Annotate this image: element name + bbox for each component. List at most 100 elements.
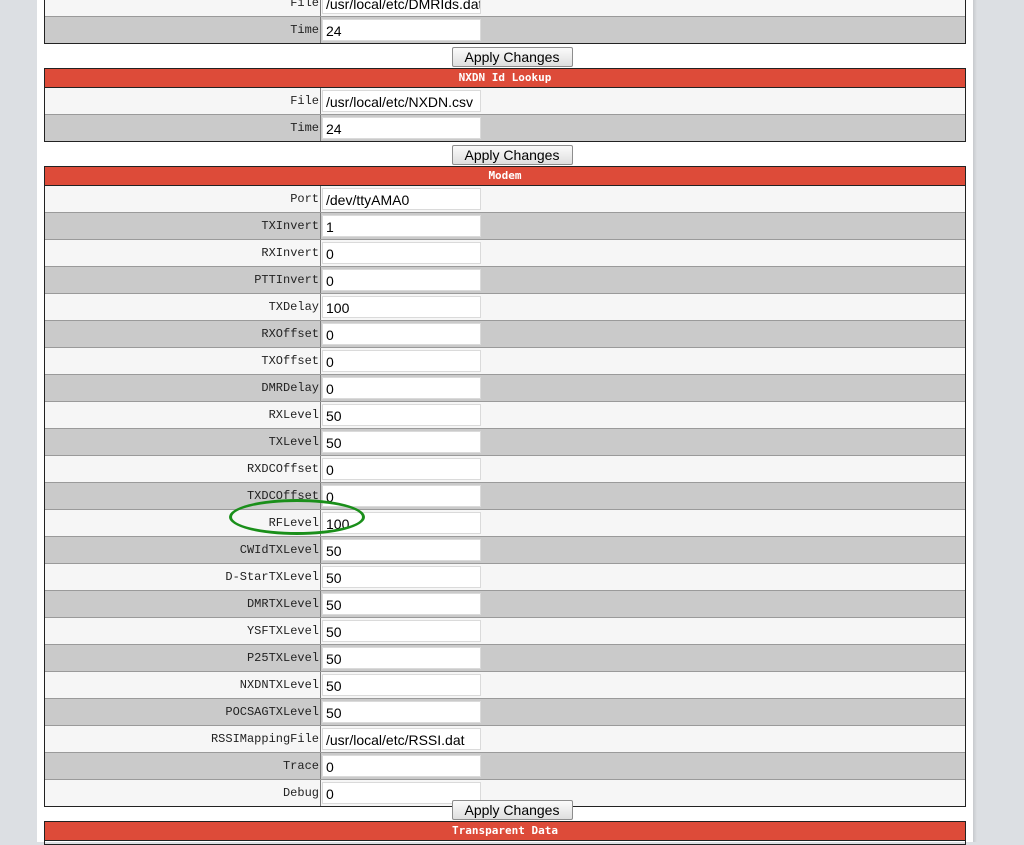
row-label: PTTInvert (254, 273, 319, 287)
row-label: TXInvert (261, 219, 319, 233)
config-row: Time 24 (45, 114, 965, 141)
row-label: File (290, 0, 319, 10)
row-label: CWIdTXLevel (239, 543, 319, 557)
config-row: Trace 0 (45, 752, 965, 779)
config-row: RSSIMappingFile/usr/local/etc/RSSI.dat (45, 725, 965, 752)
config-row: D-StarTXLevel 50 (45, 563, 965, 590)
divider (320, 618, 321, 644)
rxoffset-input[interactable]: 0 (322, 323, 481, 345)
dmr-id-lookup-table: File /usr/local/etc/DMRIds.dat Time 24 (44, 0, 966, 44)
divider (320, 17, 321, 43)
txinvert-input[interactable]: 1 (322, 215, 481, 237)
nxdntxlevel-input[interactable]: 50 (322, 674, 481, 696)
rssimappingfile-input[interactable]: /usr/local/etc/RSSI.dat (322, 728, 481, 750)
config-row: Port/dev/ttyAMA0 (45, 186, 965, 212)
section-header: Modem (45, 167, 965, 186)
config-row: File /usr/local/etc/DMRIds.dat (45, 0, 965, 16)
nxdn-time-input[interactable]: 24 (322, 117, 481, 139)
transparent-data-table: Transparent Data (44, 821, 966, 845)
row-label: Trace (282, 759, 319, 773)
cwidtxlevel-input[interactable]: 50 (322, 539, 481, 561)
row-label: POCSAGTXLevel (225, 705, 319, 719)
row-label: File (290, 94, 319, 108)
row-label: TXDelay (268, 300, 319, 314)
config-row: PTTInvert 0 (45, 266, 965, 293)
row-label: Time (290, 23, 319, 37)
divider (320, 321, 321, 347)
row-label: RXDCOffset (246, 462, 319, 476)
rflevel-input[interactable]: 100 (322, 512, 481, 534)
apply-wrap: Apply Changes (0, 800, 1024, 820)
divider (320, 88, 321, 114)
divider (320, 348, 321, 374)
config-row: RFLevel 100 (45, 509, 965, 536)
config-row: NXDNTXLevel 50 (45, 671, 965, 698)
config-row: Time 24 (45, 16, 965, 43)
pttinvert-input[interactable]: 0 (322, 269, 481, 291)
rxlevel-input[interactable]: 50 (322, 404, 481, 426)
divider (320, 213, 321, 239)
row-label: NXDNTXLevel (239, 678, 319, 692)
apply-changes-button[interactable]: Apply Changes (451, 800, 573, 820)
row-label: TXLevel (268, 435, 319, 449)
row-label: Time (290, 121, 319, 135)
pocsagtxlevel-input[interactable]: 50 (322, 701, 481, 723)
p25txlevel-input[interactable]: 50 (322, 647, 481, 669)
divider (320, 375, 321, 401)
config-row: YSFTXLevel 50 (45, 617, 965, 644)
txlevel-input[interactable]: 50 (322, 431, 481, 453)
row-label: TXOffset (261, 354, 319, 368)
row-label: P25TXLevel (246, 651, 319, 665)
divider (320, 0, 321, 16)
txdelay-input[interactable]: 100 (322, 296, 481, 318)
divider (320, 240, 321, 266)
divider (320, 429, 321, 455)
dmrdelay-input[interactable]: 0 (322, 377, 481, 399)
rxinvert-input[interactable]: 0 (322, 242, 481, 264)
divider (320, 753, 321, 779)
row-label: Debug (282, 786, 319, 800)
config-row: TXOffset 0 (45, 347, 965, 374)
config-row: RXLevel 50 (45, 401, 965, 428)
txoffset-input[interactable]: 0 (322, 350, 481, 372)
config-row: POCSAGTXLevel 50 (45, 698, 965, 725)
divider (320, 510, 321, 536)
divider (320, 645, 321, 671)
row-label: RFLevel (268, 516, 319, 530)
ysftxlevel-input[interactable]: 50 (322, 620, 481, 642)
divider (320, 483, 321, 509)
row-label: RXLevel (268, 408, 319, 422)
divider (320, 591, 321, 617)
divider (320, 699, 321, 725)
config-row: File /usr/local/etc/NXDN.csv (45, 88, 965, 114)
rxdcoffset-input[interactable]: 0 (322, 458, 481, 480)
apply-wrap: Apply Changes (0, 145, 1024, 165)
page-shadow (973, 0, 977, 842)
row-label: RXOffset (261, 327, 319, 341)
row-label: YSFTXLevel (246, 624, 319, 638)
dmrtxlevel-input[interactable]: 50 (322, 593, 481, 615)
apply-changes-button[interactable]: Apply Changes (451, 145, 573, 165)
divider (320, 294, 321, 320)
txdcoffset-input[interactable]: 0 (322, 485, 481, 507)
row-label: DMRDelay (261, 381, 319, 395)
config-row: TXInvert 1 (45, 212, 965, 239)
section-header: NXDN Id Lookup (45, 69, 965, 88)
config-row: RXInvert 0 (45, 239, 965, 266)
apply-changes-button[interactable]: Apply Changes (451, 47, 573, 67)
row-label: TXDCOffset (246, 489, 319, 503)
dmr-time-input[interactable]: 24 (322, 19, 481, 41)
config-row: P25TXLevel 50 (45, 644, 965, 671)
nxdn-file-input[interactable]: /usr/local/etc/NXDN.csv (322, 90, 481, 112)
port-input[interactable]: /dev/ttyAMA0 (322, 188, 481, 210)
row-label: RSSIMappingFile (210, 732, 319, 746)
divider (320, 115, 321, 141)
d-startxlevel-input[interactable]: 50 (322, 566, 481, 588)
modem-table: Modem Port/dev/ttyAMA0 TXInvert 1 RXInvert 0… (44, 166, 966, 807)
divider (320, 267, 321, 293)
config-row: RXOffset 0 (45, 320, 965, 347)
config-row: TXDelay 100 (45, 293, 965, 320)
trace-input[interactable]: 0 (322, 755, 481, 777)
dmr-file-input[interactable]: /usr/local/etc/DMRIds.dat (322, 0, 481, 14)
config-row: TXDCOffset 0 (45, 482, 965, 509)
